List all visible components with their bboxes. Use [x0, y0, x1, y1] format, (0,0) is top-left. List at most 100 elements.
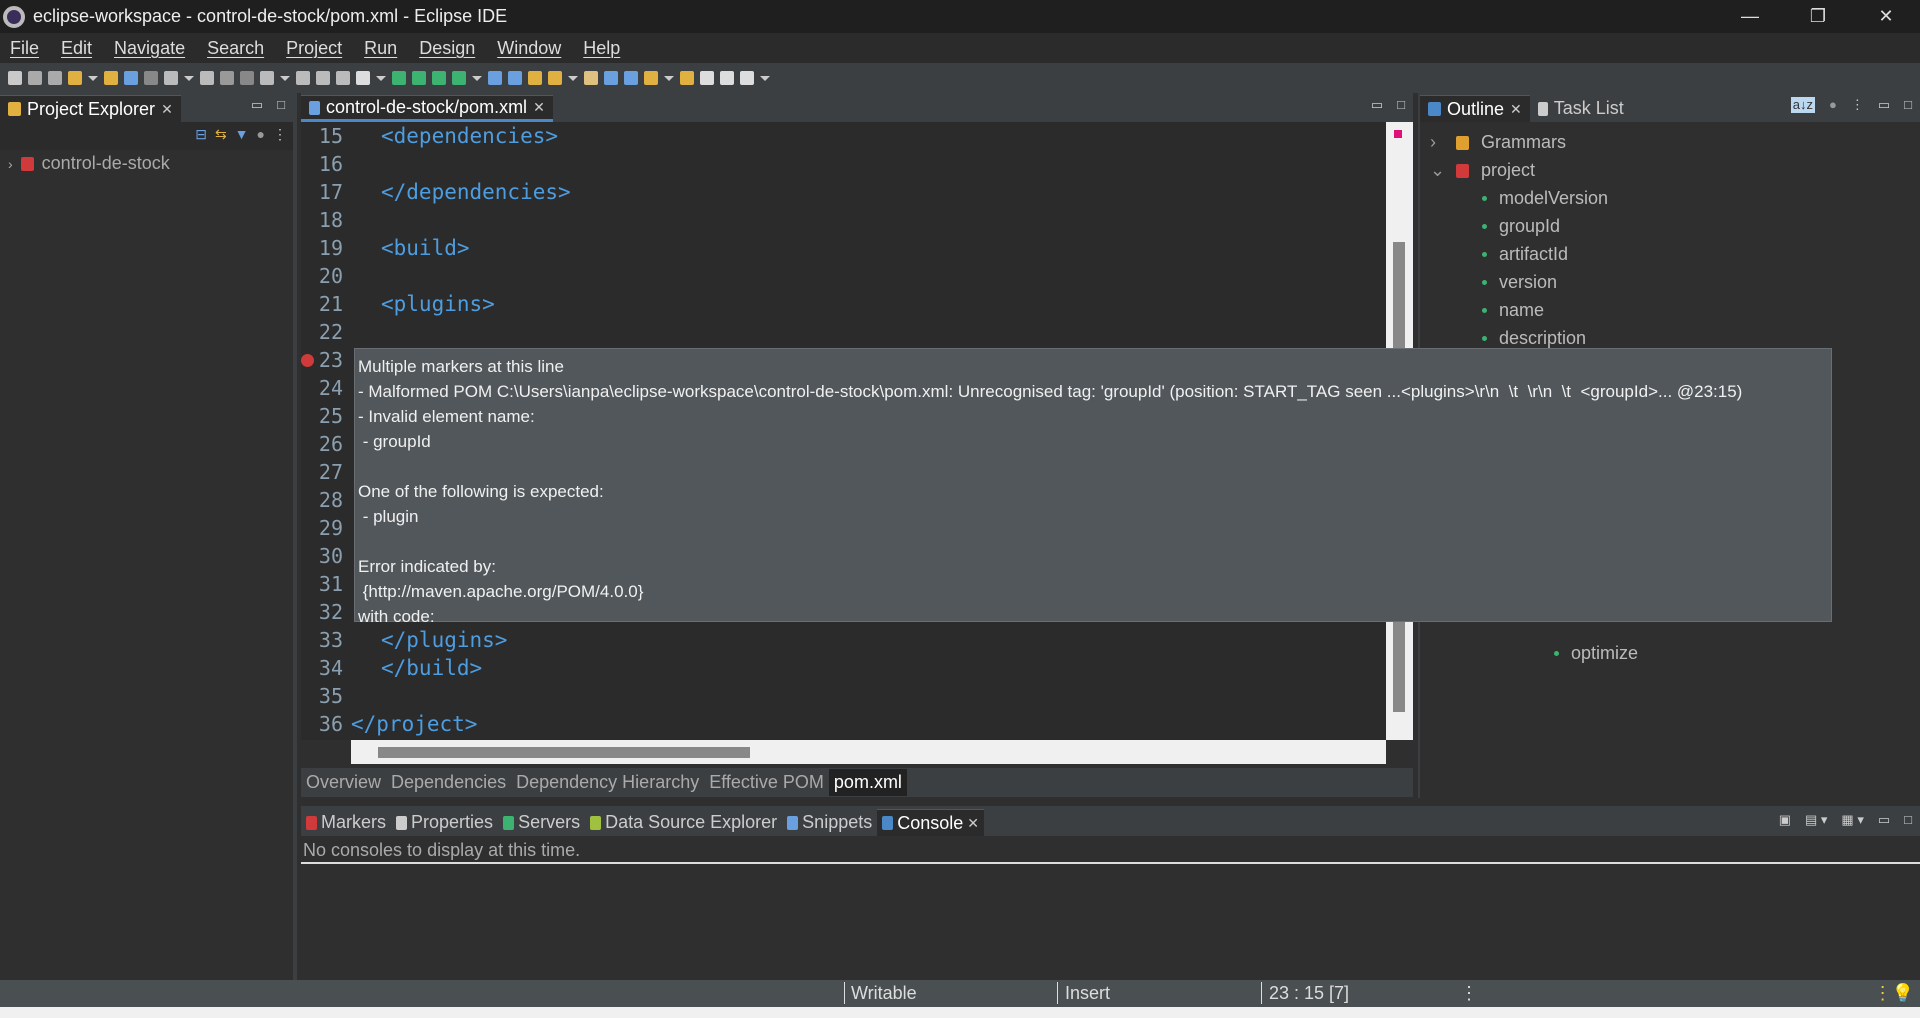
menu-project[interactable]: Project — [286, 38, 342, 59]
menu-window[interactable]: Window — [497, 38, 561, 59]
coverage-icon[interactable] — [432, 71, 446, 85]
outline-item-groupid[interactable]: groupId — [1482, 216, 1560, 237]
dropdown-arrow-icon[interactable] — [376, 75, 386, 81]
dropdown-arrow-icon[interactable] — [184, 75, 194, 81]
close-icon[interactable]: ✕ — [1510, 101, 1522, 118]
step-into-icon[interactable] — [260, 71, 274, 85]
dropdown-arrow-icon[interactable] — [472, 75, 482, 81]
minimize-icon[interactable]: ▭ — [1878, 812, 1890, 828]
tab-outline[interactable]: Outline ✕ — [1420, 95, 1530, 122]
maximize-icon[interactable]: □ — [1904, 97, 1912, 113]
console-icon[interactable] — [124, 71, 138, 85]
run-icon[interactable] — [412, 71, 426, 85]
editor-tab-pom-xml[interactable]: pom.xml — [828, 769, 907, 796]
display-console-icon[interactable]: ▤ ▾ — [1805, 812, 1827, 828]
prev-annotation-icon[interactable] — [680, 71, 694, 85]
use-step-filters-icon[interactable] — [356, 71, 370, 85]
error-overview-marker[interactable] — [1394, 130, 1402, 138]
open-console-icon[interactable]: ▦ ▾ — [1841, 812, 1863, 828]
scrollbar-thumb[interactable] — [378, 747, 750, 758]
sort-icon[interactable]: a↓z — [1790, 97, 1815, 113]
step-return-icon[interactable] — [316, 71, 330, 85]
web-browser-icon[interactable] — [604, 71, 618, 85]
close-button[interactable]: ✕ — [1852, 0, 1920, 33]
chevron-right-icon[interactable]: › — [8, 156, 13, 172]
maximize-icon[interactable]: □ — [277, 97, 285, 113]
editor-tab-dependency-hierarchy[interactable]: Dependency Hierarchy — [511, 769, 704, 796]
open-resource-icon[interactable] — [104, 71, 118, 85]
open-folder-icon[interactable] — [528, 71, 542, 85]
tab-project-explorer[interactable]: Project Explorer ✕ — [0, 95, 181, 122]
dropdown-arrow-icon[interactable] — [280, 75, 290, 81]
skip-breakpoints-icon[interactable] — [144, 71, 158, 85]
terminate-icon[interactable] — [220, 71, 234, 85]
menu-edit[interactable]: Edit — [61, 38, 92, 59]
run-external-icon[interactable] — [452, 71, 466, 85]
dropdown-arrow-icon[interactable] — [568, 75, 578, 81]
minimize-icon[interactable]: ▭ — [1878, 97, 1890, 113]
lightbulb-icon[interactable]: ⋮💡 — [1874, 983, 1914, 1004]
minimize-icon[interactable]: ▭ — [1371, 97, 1383, 113]
next-annotation-icon[interactable] — [644, 71, 658, 85]
tree-item-control-de-stock[interactable]: › control-de-stock — [8, 153, 170, 174]
editor-tab-effective-pom[interactable]: Effective POM — [704, 769, 829, 796]
menu-run[interactable]: Run — [364, 38, 397, 59]
outline-item-artifactid[interactable]: artifactId — [1482, 244, 1568, 265]
new-icon[interactable] — [8, 71, 22, 85]
tab-snippets[interactable]: Snippets — [782, 809, 877, 836]
back-icon[interactable] — [700, 71, 714, 85]
editor-tab-dependencies[interactable]: Dependencies — [386, 769, 511, 796]
outline-item-grammars[interactable]: › Grammars — [1430, 132, 1566, 153]
outline-item-name[interactable]: name — [1482, 300, 1544, 321]
menu-file[interactable]: File — [10, 38, 39, 59]
dropdown-arrow-icon[interactable] — [664, 75, 674, 81]
new-service-icon[interactable] — [508, 71, 522, 85]
step-over-icon[interactable] — [296, 71, 310, 85]
menu-search[interactable]: Search — [207, 38, 264, 59]
view-menu-icon[interactable]: ⋮ — [1851, 97, 1864, 113]
minimize-icon[interactable]: ▭ — [251, 97, 263, 113]
open-task-icon[interactable] — [548, 71, 562, 85]
tab-servers[interactable]: Servers — [498, 809, 585, 836]
dropdown-arrow-icon[interactable] — [88, 75, 98, 81]
tab-pom-xml[interactable]: control-de-stock/pom.xml ✕ — [301, 95, 553, 122]
restore-button[interactable]: ❐ — [1784, 0, 1852, 33]
forward-icon[interactable] — [720, 71, 734, 85]
close-icon[interactable]: ✕ — [161, 101, 173, 118]
maximize-icon[interactable]: □ — [1397, 97, 1405, 113]
outline-item-description[interactable]: description — [1482, 328, 1586, 349]
chevron-down-icon[interactable]: ⌄ — [1430, 160, 1445, 181]
chevron-right-icon[interactable]: › — [1430, 132, 1444, 153]
link-editor-icon[interactable]: ⇆ — [215, 126, 227, 143]
search-icon[interactable] — [624, 71, 638, 85]
new-server-icon[interactable] — [488, 71, 502, 85]
menu-design[interactable]: Design — [419, 38, 475, 59]
drop-frame-icon[interactable] — [336, 71, 350, 85]
pin-console-icon[interactable]: ▣ — [1779, 812, 1791, 828]
tab-properties[interactable]: Properties — [391, 809, 498, 836]
collapse-all-icon[interactable]: ⊟ — [195, 126, 207, 143]
close-icon[interactable]: ✕ — [967, 815, 979, 832]
outline-item-modelversion[interactable]: modelVersion — [1482, 188, 1608, 209]
close-icon[interactable]: ✕ — [533, 99, 545, 116]
resume-icon[interactable] — [164, 71, 178, 85]
editor-tab-overview[interactable]: Overview — [301, 769, 386, 796]
suspend-icon[interactable] — [200, 71, 214, 85]
view-menu-icon[interactable]: ⋮ — [273, 126, 287, 143]
tab-console[interactable]: Console ✕ — [877, 809, 985, 836]
outline-item-project[interactable]: ⌄ project — [1430, 160, 1535, 181]
open-type-icon[interactable] — [68, 71, 82, 85]
focus-icon[interactable]: ● — [257, 126, 265, 143]
pin-icon[interactable] — [740, 71, 754, 85]
outline-item-version[interactable]: version — [1482, 272, 1557, 293]
brush-icon[interactable] — [584, 71, 598, 85]
tab-markers[interactable]: Markers — [301, 809, 391, 836]
tab-data-source-explorer[interactable]: Data Source Explorer — [585, 809, 782, 836]
outline-item-optimize[interactable]: optimize — [1554, 643, 1638, 664]
filter-icon[interactable]: ▼ — [235, 126, 249, 143]
save-icon[interactable] — [28, 71, 42, 85]
menu-navigate[interactable]: Navigate — [114, 38, 185, 59]
minimize-button[interactable]: — — [1716, 0, 1784, 33]
horizontal-scrollbar[interactable] — [351, 740, 1386, 764]
save-all-icon[interactable] — [48, 71, 62, 85]
